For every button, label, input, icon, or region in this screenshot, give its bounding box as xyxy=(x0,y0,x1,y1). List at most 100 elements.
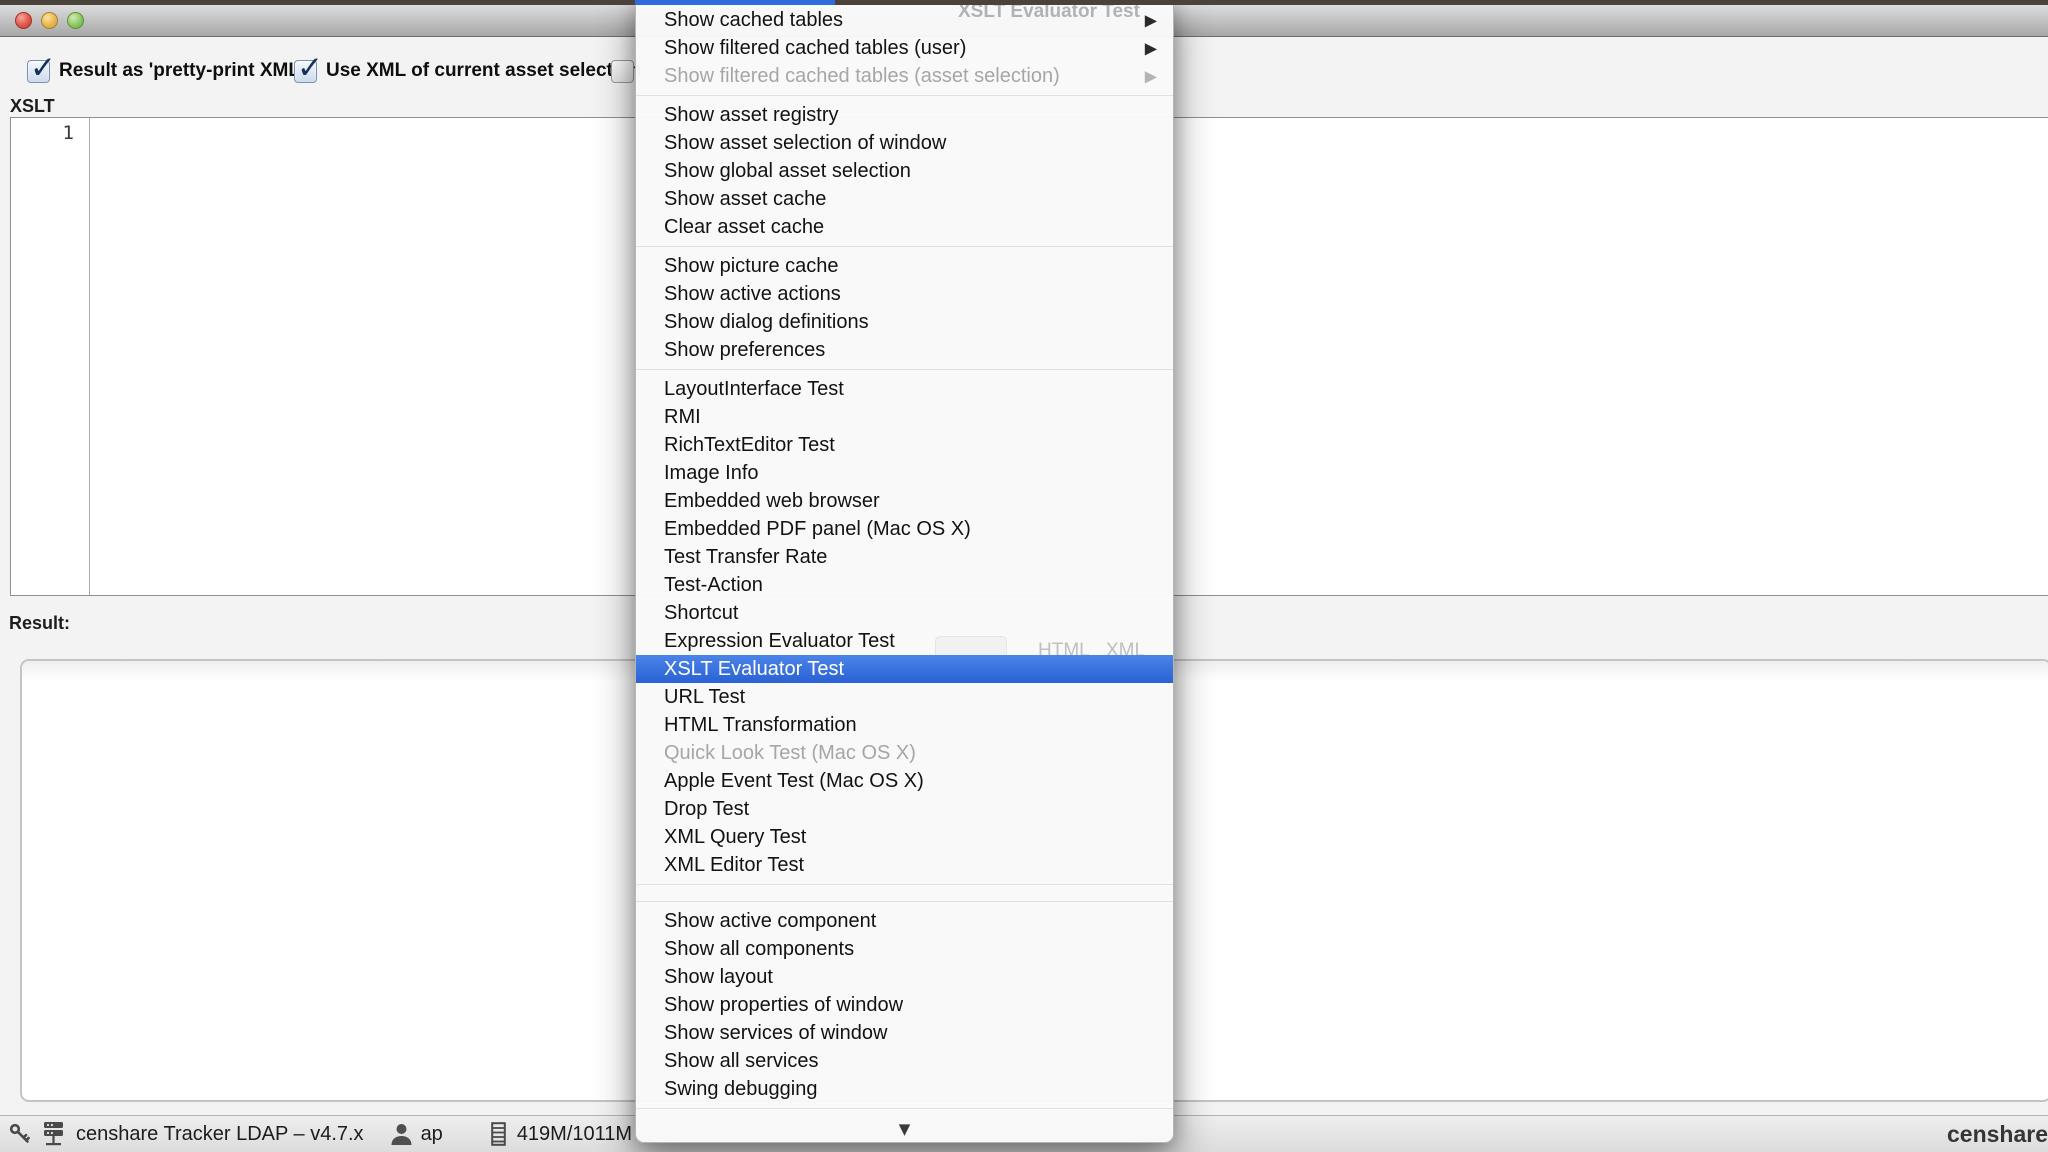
menu-item-apple-event-test-mac-os-x[interactable]: Apple Event Test (Mac OS X) xyxy=(636,767,1173,795)
open-menu-title-highlight xyxy=(635,0,835,5)
menu-item-label: Show asset cache xyxy=(664,188,826,211)
menu-item-show-filtered-cached-tables-asset-selection: Show filtered cached tables (asset selec… xyxy=(636,62,1173,90)
zoom-window-button[interactable] xyxy=(67,12,84,29)
menu-scroll-down-control[interactable]: ▼ xyxy=(636,1119,1173,1139)
menu-item-label: Test Transfer Rate xyxy=(664,546,827,569)
menu-item-label: URL Test xyxy=(664,686,745,709)
menu-item-show-asset-selection-of-window[interactable]: Show asset selection of window xyxy=(636,129,1173,157)
menu-item-show-layout[interactable]: Show layout xyxy=(636,963,1173,991)
server-icon xyxy=(42,1121,65,1148)
menu-item-rmi[interactable]: RMI xyxy=(636,403,1173,431)
menu-item-label: Quick Look Test (Mac OS X) xyxy=(664,742,916,765)
checkbox-row-use-xml-of-current-asset-selection[interactable]: ✓ Use XML of current asset selection xyxy=(294,58,641,84)
menu-separator xyxy=(636,369,1173,370)
menu-item-label: Show global asset selection xyxy=(664,160,911,183)
menu-item-label: LayoutInterface Test xyxy=(664,378,844,401)
menu-item-label: XSLT Evaluator Test xyxy=(664,658,844,681)
menu-item-label: RMI xyxy=(664,406,701,429)
menu-item-show-all-components[interactable]: Show all components xyxy=(636,935,1173,963)
brand-name-label: censhare xyxy=(1947,1121,2048,1148)
menu-item-drop-test[interactable]: Drop Test xyxy=(636,795,1173,823)
menu-separator xyxy=(636,901,1173,902)
menu-item-shortcut[interactable]: Shortcut xyxy=(636,599,1173,627)
menu-item-test-transfer-rate[interactable]: Test Transfer Rate xyxy=(636,543,1173,571)
checkbox-label: Result as 'pretty-print XML' xyxy=(59,60,305,82)
menu-item-label: Expression Evaluator Test xyxy=(664,630,895,653)
memory-usage-label: 419M/1011M xyxy=(517,1123,632,1146)
menu-item-show-active-component[interactable]: Show active component xyxy=(636,907,1173,935)
menu-item-label: Show filtered cached tables (user) xyxy=(664,37,966,60)
menu-item-layoutinterface-test[interactable]: LayoutInterface Test xyxy=(636,375,1173,403)
menu-item-label: Show all services xyxy=(664,1050,819,1073)
line-number-gutter: 1 xyxy=(11,118,90,595)
menu-item-label: Shortcut xyxy=(664,602,738,625)
menu-item-image-info[interactable]: Image Info xyxy=(636,459,1173,487)
menu-item-label: Show asset registry xyxy=(664,104,839,127)
menu-item-label: Show all components xyxy=(664,938,854,961)
menu-item-label: XML Query Test xyxy=(664,826,806,849)
menu-item-label: Image Info xyxy=(664,462,759,485)
menu-item-label: Show preferences xyxy=(664,339,825,362)
menu-item-show-active-actions[interactable]: Show active actions xyxy=(636,280,1173,308)
menu-item-label: Show layout xyxy=(664,966,773,989)
brand-area: censhare xyxy=(1940,1116,2048,1152)
menu-item-label: Show picture cache xyxy=(664,255,839,278)
menu-item-swing-debugging[interactable]: Swing debugging xyxy=(636,1075,1173,1103)
menu-item-show-preferences[interactable]: Show preferences xyxy=(636,336,1173,364)
menu-item-show-picture-cache[interactable]: Show picture cache xyxy=(636,252,1173,280)
menu-item-xslt-evaluator-test[interactable]: XSLT Evaluator Test xyxy=(636,655,1173,683)
menu-item-label: Show active component xyxy=(664,910,876,933)
menu-item-label: Embedded PDF panel (Mac OS X) xyxy=(664,518,971,541)
menu-item-show-all-services[interactable]: Show all services xyxy=(636,1047,1173,1075)
logged-in-user-label: ap xyxy=(421,1123,443,1146)
close-window-button[interactable] xyxy=(15,12,32,29)
menu-item-html-transformation[interactable]: HTML Transformation xyxy=(636,711,1173,739)
submenu-arrow-icon: ▶ xyxy=(1145,39,1157,58)
menu-separator xyxy=(636,884,1173,885)
menu-separator xyxy=(636,1108,1173,1109)
menu-item-richtexteditor-test[interactable]: RichTextEditor Test xyxy=(636,431,1173,459)
menu-item-show-asset-cache[interactable]: Show asset cache xyxy=(636,185,1173,213)
menu-item-label: Show dialog definitions xyxy=(664,311,869,334)
submenu-arrow-icon: ▶ xyxy=(1145,67,1157,86)
menu-item-url-test[interactable]: URL Test xyxy=(636,683,1173,711)
menu-item-label: Clear asset cache xyxy=(664,216,824,239)
menu-item-show-global-asset-selection[interactable]: Show global asset selection xyxy=(636,157,1173,185)
menubar-bottom-edge xyxy=(0,0,2048,5)
server-connection-label: censhare Tracker LDAP – v4.7.x xyxy=(76,1123,364,1146)
menu-item-label: Show asset selection of window xyxy=(664,132,946,155)
menu-item-show-properties-of-window[interactable]: Show properties of window xyxy=(636,991,1173,1019)
checked-checkbox[interactable]: ✓ xyxy=(27,60,50,83)
menu-item-show-filtered-cached-tables-user[interactable]: Show filtered cached tables (user) ▶ xyxy=(636,34,1173,62)
menu-item-show-cached-tables[interactable]: Show cached tables▶ xyxy=(636,6,1173,34)
menu-item-label: Swing debugging xyxy=(664,1078,817,1101)
checkbox-row-3[interactable] xyxy=(611,58,634,84)
menu-item-label: Apple Event Test (Mac OS X) xyxy=(664,770,924,793)
menu-item-embedded-pdf-panel-mac-os-x[interactable]: Embedded PDF panel (Mac OS X) xyxy=(636,515,1173,543)
menu-item-test-action[interactable]: Test-Action xyxy=(636,571,1173,599)
menu-item-label: Show properties of window xyxy=(664,994,903,1017)
menu-item-show-services-of-window[interactable]: Show services of window xyxy=(636,1019,1173,1047)
menu-item-xml-query-test[interactable]: XML Query Test xyxy=(636,823,1173,851)
menu-item-label: Test-Action xyxy=(664,574,763,597)
menu-item-show-dialog-definitions[interactable]: Show dialog definitions xyxy=(636,308,1173,336)
menu-item-xml-editor-test[interactable]: XML Editor Test xyxy=(636,851,1173,879)
unchecked-checkbox[interactable] xyxy=(611,60,634,83)
menu-item-expression-evaluator-test[interactable]: Expression Evaluator Test xyxy=(636,627,1173,655)
menu-separator xyxy=(636,246,1173,247)
xslt-section-label: XSLT xyxy=(10,96,55,117)
menu-item-show-asset-registry[interactable]: Show asset registry xyxy=(636,101,1173,129)
menu-item-label: Show services of window xyxy=(664,1022,887,1045)
person-icon xyxy=(390,1122,413,1146)
scroll-down-icon: ▼ xyxy=(899,1120,911,1138)
menu-item-label: Embedded web browser xyxy=(664,490,880,513)
checkbox-row-result-as-pretty-print-xml[interactable]: ✓ Result as 'pretty-print XML' xyxy=(27,58,305,84)
result-section-label: Result: xyxy=(9,613,70,634)
menu-item-embedded-web-browser[interactable]: Embedded web browser xyxy=(636,487,1173,515)
menu-item-clear-asset-cache[interactable]: Clear asset cache xyxy=(636,213,1173,241)
checkbox-label: Use XML of current asset selection xyxy=(326,60,641,82)
menu-item-list: Show cached tables▶Show filtered cached … xyxy=(636,6,1173,1109)
menu-item-label: Show cached tables xyxy=(664,9,843,32)
minimize-window-button[interactable] xyxy=(41,12,58,29)
checked-checkbox[interactable]: ✓ xyxy=(294,60,317,83)
